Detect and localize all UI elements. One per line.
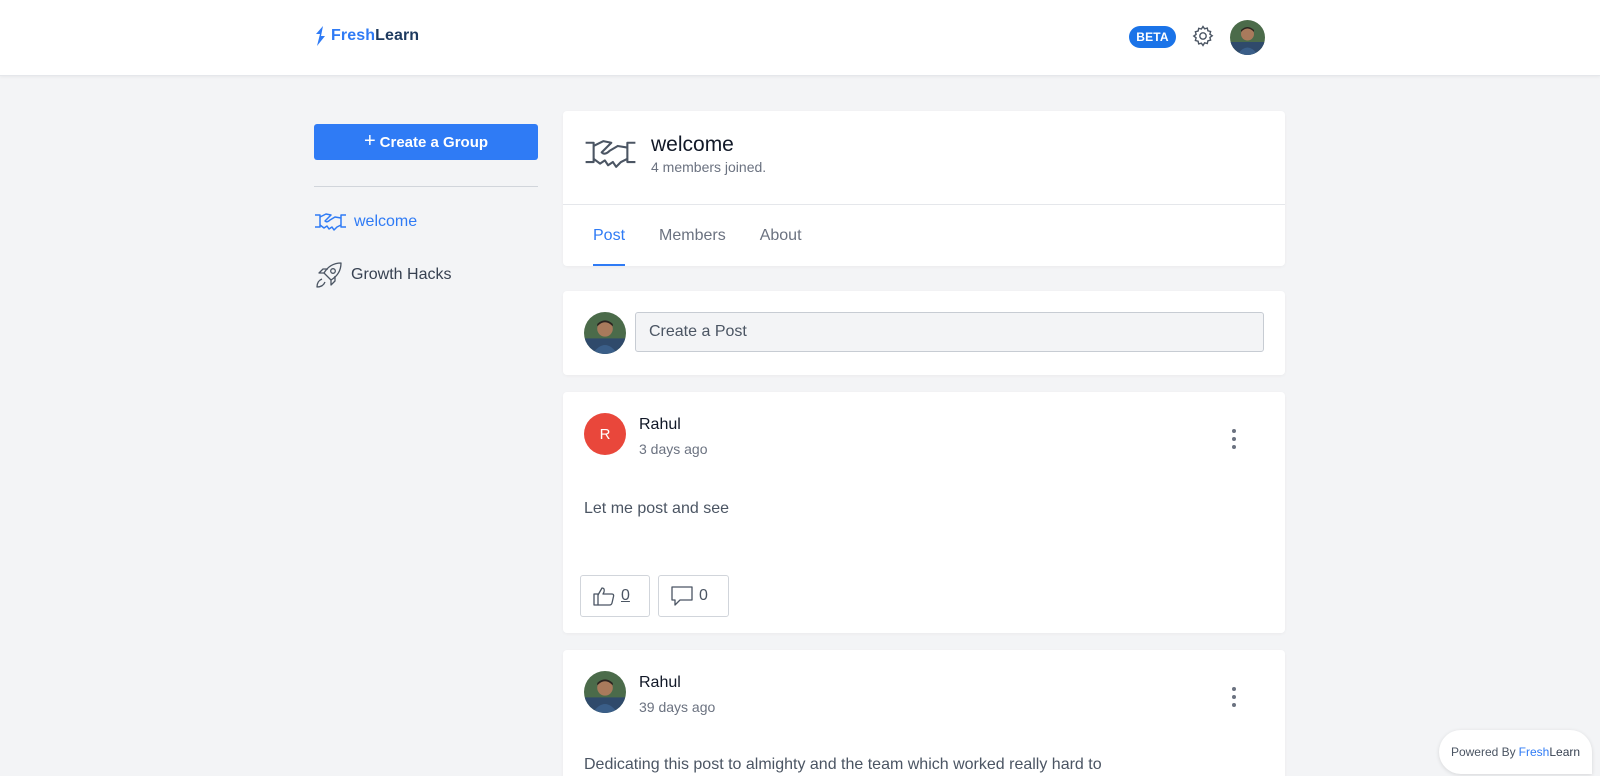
tab-post[interactable]: Post xyxy=(593,205,626,266)
sidebar-divider xyxy=(314,186,538,187)
rocket-icon xyxy=(316,262,342,288)
compose-post-card: Create a Post xyxy=(563,291,1285,375)
handshake-icon xyxy=(315,213,346,231)
create-group-button[interactable]: + Create a Group xyxy=(314,124,538,160)
group-header-card: welcome 4 members joined. Post Members A… xyxy=(563,111,1285,266)
beta-badge: BETA xyxy=(1129,26,1176,48)
handshake-icon xyxy=(585,140,636,168)
logo-text: FreshLearn xyxy=(331,27,420,44)
thumbs-up-icon xyxy=(593,587,615,606)
more-options-icon[interactable] xyxy=(1228,687,1240,707)
tab-about[interactable]: About xyxy=(760,205,802,266)
comment-button[interactable]: 0 xyxy=(658,575,729,617)
post-card: Rahul 39 days ago Dedicating this post t… xyxy=(563,650,1285,776)
post-timestamp: 3 days ago xyxy=(639,441,708,457)
post-timestamp: 39 days ago xyxy=(639,699,716,715)
avatar: R xyxy=(584,413,626,455)
comment-count: 0 xyxy=(699,587,708,604)
freshlearn-logo[interactable]: FreshLearn xyxy=(314,25,419,47)
post-body: Dedicating this post to almighty and the… xyxy=(584,756,1102,773)
sidebar-item-welcome[interactable]: welcome xyxy=(314,211,417,233)
group-member-count: 4 members joined. xyxy=(651,159,767,175)
group-tabs: Post Members About xyxy=(593,205,802,266)
comment-icon xyxy=(671,586,693,606)
user-avatar[interactable] xyxy=(1230,20,1265,55)
powered-by-badge[interactable]: Powered By FreshLearn xyxy=(1439,730,1592,774)
create-post-input[interactable]: Create a Post xyxy=(635,312,1264,352)
more-options-icon[interactable] xyxy=(1228,429,1240,449)
like-count[interactable]: 0 xyxy=(621,587,630,605)
plus-icon: + xyxy=(363,130,376,152)
sidebar-item-growth-hacks[interactable]: Growth Hacks xyxy=(314,260,451,290)
like-button[interactable]: 0 xyxy=(580,575,650,617)
post-author[interactable]: Rahul xyxy=(639,674,681,692)
avatar xyxy=(584,312,626,354)
group-title: welcome xyxy=(651,133,734,156)
gear-icon[interactable] xyxy=(1191,24,1215,48)
tab-members[interactable]: Members xyxy=(659,205,726,266)
logo-mark-icon xyxy=(316,26,325,46)
post-author[interactable]: Rahul xyxy=(639,416,681,434)
post-card: R Rahul 3 days ago Let me post and see 0… xyxy=(563,392,1285,633)
post-body: Let me post and see xyxy=(584,500,729,517)
top-navbar: FreshLearn BETA xyxy=(0,0,1600,76)
avatar xyxy=(584,671,626,713)
